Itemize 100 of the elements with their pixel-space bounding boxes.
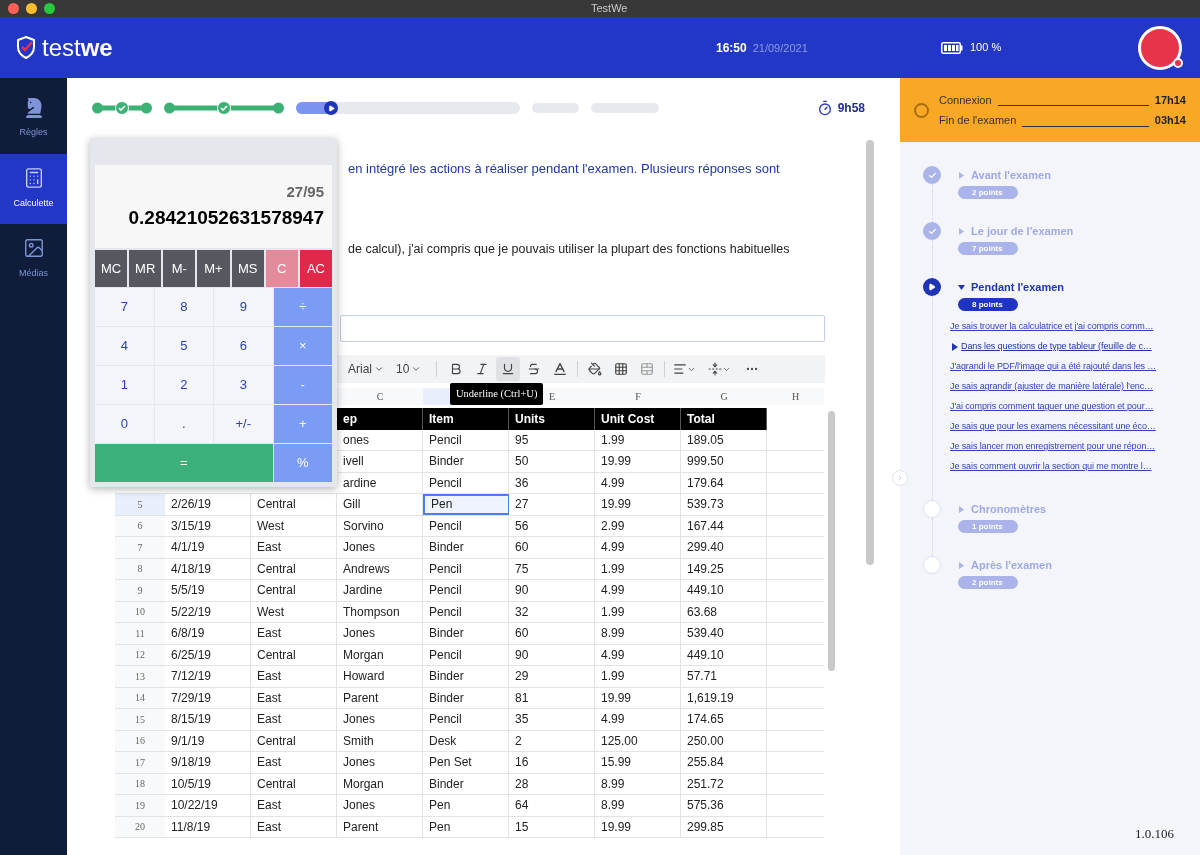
panel-toggle[interactable] — [892, 470, 908, 486]
row-number[interactable]: 6 — [115, 515, 165, 536]
calculator-key[interactable]: 0 — [95, 405, 154, 443]
table-scrollbar[interactable] — [828, 411, 835, 671]
row-number[interactable]: 12 — [115, 644, 165, 665]
close-window-button[interactable] — [8, 3, 19, 14]
row-number[interactable]: 11 — [115, 623, 165, 644]
calculator-key[interactable]: 8 — [154, 288, 213, 326]
table-cell: Central — [251, 494, 337, 515]
table-cell: Jardine — [337, 580, 423, 601]
row-number[interactable]: 15 — [115, 709, 165, 730]
row-number[interactable]: 7 — [115, 537, 165, 558]
minimize-window-button[interactable] — [26, 3, 37, 14]
table-cell: 174.65 — [681, 709, 767, 730]
calculator-key[interactable]: M- — [163, 250, 196, 287]
calculator-key[interactable]: 1 — [95, 366, 154, 404]
row-number[interactable]: 5 — [115, 494, 165, 515]
item-link[interactable]: J'ai compris comment taguer une question et pour… — [950, 400, 1154, 414]
table-cell: 7/12/19 — [165, 666, 251, 687]
calculator-key[interactable]: AC — [299, 250, 332, 287]
table-cell: 19.99 — [595, 451, 681, 472]
calculator-key[interactable]: 3 — [214, 366, 273, 404]
table-cell: 251.72 — [681, 773, 767, 794]
row-number[interactable]: 10 — [115, 601, 165, 622]
calculator-key[interactable]: 5 — [154, 327, 213, 365]
table-cell: Binder — [423, 451, 509, 472]
table-cell: 1.99 — [595, 666, 681, 687]
column-header: Total — [681, 408, 767, 430]
column-letter[interactable]: H — [767, 388, 824, 405]
calculator-key[interactable]: 6 — [214, 327, 273, 365]
item-link[interactable]: J'agrandi le PDF/l'image qui a été rajouté dans les … — [950, 360, 1157, 374]
align-dropdown[interactable] — [673, 362, 696, 376]
row-number[interactable]: 17 — [115, 752, 165, 773]
item-link[interactable]: Je sais lancer mon enregistrement pour une répon… — [950, 440, 1156, 454]
table-cell: 8.99 — [595, 795, 681, 816]
answer-field[interactable] — [340, 315, 825, 342]
calculator-key[interactable]: MR — [129, 250, 162, 287]
strikethrough-icon[interactable] — [527, 362, 541, 376]
underline-button[interactable] — [496, 357, 520, 381]
item-link[interactable]: Je sais agrandir (ajuster de manière latérale) l'enc… — [950, 380, 1153, 394]
row-number[interactable]: 13 — [115, 666, 165, 687]
borders-icon[interactable] — [614, 362, 628, 376]
bold-icon[interactable] — [449, 362, 463, 376]
row-number[interactable]: 14 — [115, 687, 165, 708]
italic-icon[interactable] — [475, 362, 489, 376]
table-cell: 29 — [509, 666, 595, 687]
column-header: Item — [423, 408, 509, 430]
chevron-right-icon — [896, 474, 904, 482]
item-link[interactable]: Je sais comment ouvrir la section qui me montre l… — [950, 460, 1152, 474]
play-icon — [324, 101, 339, 115]
calculator-key[interactable]: 7 — [95, 288, 154, 326]
item-link[interactable]: Je sais trouver la calculatrice et j'ai compris comm… — [950, 320, 1154, 334]
row-number[interactable]: 16 — [115, 730, 165, 751]
points-badge: 8 points — [958, 298, 1018, 311]
calculator-key[interactable]: 4 — [95, 327, 154, 365]
calculator-key[interactable]: +/- — [214, 405, 273, 443]
sidebar-item[interactable]: Règles — [0, 84, 67, 154]
section-title[interactable]: Pendant l'examen — [971, 278, 1065, 296]
calculator-key[interactable]: 2 — [154, 366, 213, 404]
clock-time: 16:50 — [716, 39, 747, 57]
calculator-key[interactable]: MC — [95, 250, 128, 287]
calculator-key[interactable]: . — [154, 405, 213, 443]
table-cell: 250.00 — [681, 730, 767, 751]
table-cell: Central — [251, 580, 337, 601]
sidebar-item[interactable]: Médias — [0, 224, 67, 294]
table-cell: Binder — [423, 687, 509, 708]
zoom-window-button[interactable] — [44, 3, 55, 14]
table-cell: Central — [251, 644, 337, 665]
item-link[interactable]: Dans les questions de type tableur (feuille de c… — [961, 340, 1152, 354]
table-cell: Binder — [423, 623, 509, 644]
column-letter[interactable]: C — [337, 388, 423, 405]
points-badge: 2 points — [958, 576, 1018, 589]
page-scrollbar[interactable] — [866, 140, 874, 565]
progress-segment — [591, 103, 659, 113]
vertical-align-dropdown[interactable] — [708, 362, 731, 376]
item-link[interactable]: Je sais que pour les examens nécessitant une éco… — [950, 420, 1156, 434]
done-step-icon — [923, 166, 941, 184]
calculator-key[interactable]: M+ — [197, 250, 230, 287]
column-letter[interactable]: G — [681, 388, 767, 405]
row-number[interactable]: 19 — [115, 795, 165, 816]
column-letter[interactable]: F — [595, 388, 681, 405]
pending-step-icon — [923, 556, 941, 574]
user-avatar[interactable] — [1138, 25, 1182, 70]
calculator-key[interactable]: 9 — [214, 288, 273, 326]
text-color-icon[interactable] — [552, 361, 568, 377]
font-size-dropdown[interactable]: 10 — [396, 360, 430, 378]
merge-cells-icon[interactable] — [640, 362, 654, 376]
row-number[interactable]: 9 — [115, 580, 165, 601]
row-number[interactable]: 18 — [115, 773, 165, 794]
paint-bucket-icon[interactable] — [588, 362, 602, 376]
table-cell: 60 — [509, 623, 595, 644]
calculator-key[interactable]: MS — [231, 250, 264, 287]
sidebar-item[interactable]: Calculette — [0, 154, 67, 224]
row-number[interactable]: 20 — [115, 816, 165, 837]
table-cell: 189.05 — [681, 429, 767, 450]
table-cell: 6/25/19 — [165, 644, 251, 665]
row-number[interactable]: 8 — [115, 558, 165, 579]
caret-down-icon[interactable] — [958, 283, 965, 291]
table-cell: 3/15/19 — [165, 515, 251, 536]
font-dropdown[interactable]: Arial — [348, 360, 392, 378]
